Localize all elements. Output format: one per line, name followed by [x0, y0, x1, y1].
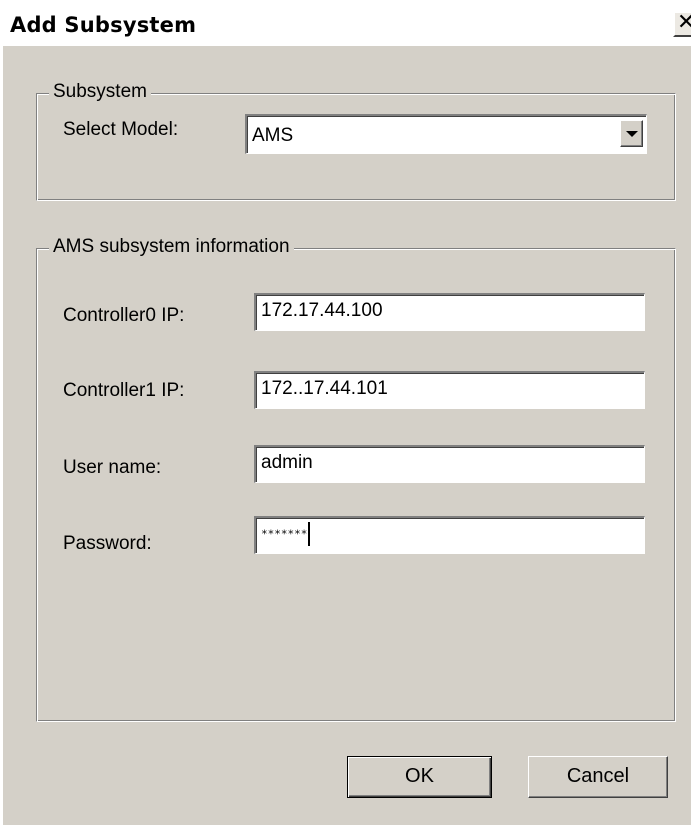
controller0-ip-input[interactable]: 172.17.44.100 [254, 293, 645, 331]
password-value: ******* [261, 527, 308, 541]
username-label: User name: [63, 457, 162, 478]
password-input[interactable]: ******* [254, 516, 645, 554]
text-cursor [308, 522, 311, 546]
close-button[interactable]: ✕ [673, 11, 691, 37]
add-subsystem-dialog: Add Subsystem ✕ Subsystem Select Model: … [0, 0, 691, 825]
close-icon: ✕ [677, 10, 691, 35]
username-value: admin [261, 452, 313, 473]
chevron-down-icon[interactable] [620, 120, 643, 147]
controller0-ip-value: 172.17.44.100 [261, 300, 383, 321]
subsystem-info-group-label: AMS subsystem information [49, 236, 294, 258]
controller1-ip-label: Controller1 IP: [63, 380, 185, 401]
select-model-label: Select Model: [63, 119, 179, 140]
controller0-ip-label: Controller0 IP: [63, 305, 185, 326]
controller1-ip-value: 172..17.44.101 [261, 378, 388, 399]
controller1-ip-input[interactable]: 172..17.44.101 [254, 371, 645, 409]
title-bar[interactable]: Add Subsystem ✕ [0, 0, 691, 46]
password-label: Password: [63, 533, 152, 554]
username-input[interactable]: admin [254, 445, 645, 483]
ok-button[interactable]: OK [347, 756, 492, 798]
model-select[interactable]: AMS [245, 114, 647, 154]
subsystem-group-label: Subsystem [49, 81, 151, 103]
model-select-value: AMS [252, 125, 294, 146]
cancel-button[interactable]: Cancel [528, 756, 668, 798]
window-title: Add Subsystem [10, 13, 197, 37]
window-left-edge [0, 46, 3, 825]
